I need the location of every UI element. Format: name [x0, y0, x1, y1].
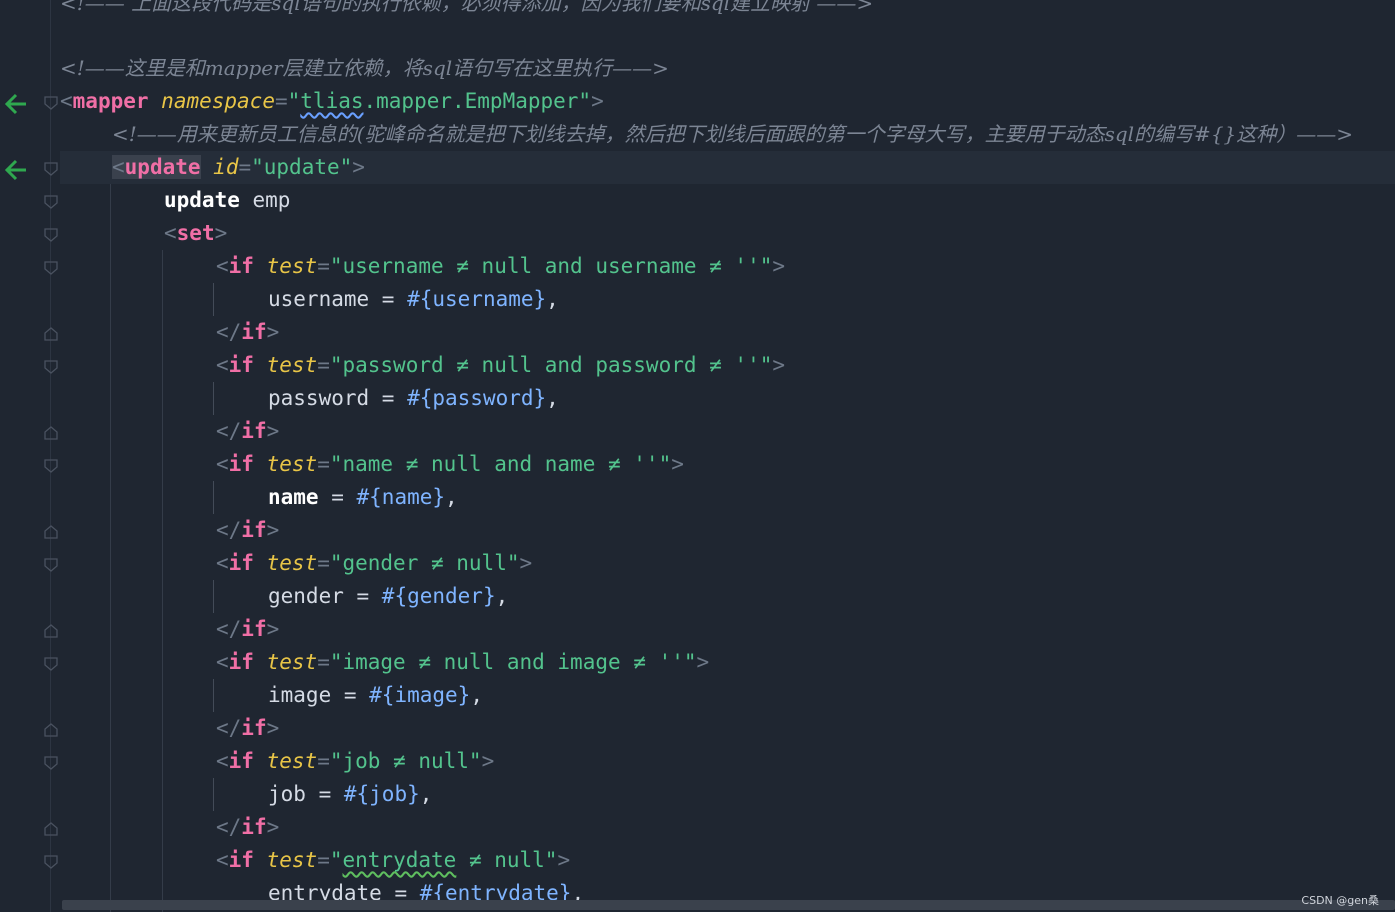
code-line-assignment: password = #{password}, [268, 386, 559, 410]
fold-open-icon[interactable] [44, 261, 58, 275]
code-line-if: <if test="gender ≠ null"> [216, 551, 533, 575]
fold-close-icon[interactable] [44, 525, 58, 539]
fold-open-icon[interactable] [44, 558, 58, 572]
code-editor[interactable]: <!—— 上面这段代码是sql语句的执行依赖，必须得添加，因为我们要和sql建立… [60, 0, 1395, 912]
fold-open-icon[interactable] [44, 96, 58, 110]
fold-close-icon[interactable] [44, 822, 58, 836]
fold-open-icon[interactable] [44, 228, 58, 242]
code-line-endif: </if> [216, 815, 280, 839]
gutter-separator [50, 0, 51, 912]
fold-open-icon[interactable] [44, 756, 58, 770]
code-line-if: <if test="password ≠ null and password ≠… [216, 353, 786, 377]
fold-open-icon[interactable] [44, 360, 58, 374]
watermark: CSDN @gen桑 [1301, 894, 1379, 907]
code-line-if: <if test="username ≠ null and username ≠… [216, 254, 786, 278]
code-line-assignment: image = #{image}, [268, 683, 483, 707]
indent-guide [213, 382, 214, 415]
spelling-warning[interactable]: tlias [300, 89, 363, 113]
horizontal-scrollbar[interactable] [62, 900, 1395, 910]
code-line-sql: update emp [164, 188, 291, 212]
fold-open-icon[interactable] [44, 195, 58, 209]
editor-gutter[interactable] [0, 0, 60, 912]
fold-close-icon[interactable] [44, 426, 58, 440]
fold-open-icon[interactable] [44, 162, 58, 176]
code-line-endif: </if> [216, 716, 280, 740]
code-line-assignment: username = #{username}, [268, 287, 559, 311]
spelling-warning[interactable]: entrydate [343, 848, 457, 872]
code-line-assignment: gender = #{gender}, [268, 584, 509, 608]
indent-guide [110, 184, 111, 912]
code-line-if: <if test="name ≠ null and name ≠ ''"> [216, 452, 684, 476]
code-line-assignment: name = #{name}, [268, 485, 458, 509]
code-comment: <!—— 上面这段代码是sql语句的执行依赖，必须得添加，因为我们要和sql建立… [60, 0, 874, 15]
fold-close-icon[interactable] [44, 723, 58, 737]
fold-close-icon[interactable] [44, 327, 58, 341]
code-line-set: <set> [164, 221, 228, 245]
xml-attribute: id [213, 155, 239, 179]
xml-tag-name: update [124, 155, 201, 179]
xml-attribute: namespace [161, 89, 275, 113]
code-line-endif: </if> [216, 419, 280, 443]
navigate-back-arrow-icon[interactable] [4, 157, 30, 183]
indent-guide [213, 679, 214, 712]
code-line-assignment: job = #{job}, [268, 782, 433, 806]
navigate-back-arrow-icon[interactable] [4, 91, 30, 117]
xml-tag-name: mapper [72, 89, 149, 113]
code-comment: <!——这里是和mapper层建立依赖，将sql语句写在这里执行——> [60, 56, 669, 80]
code-line-if: <if test="job ≠ null"> [216, 749, 495, 773]
code-line-endif: </if> [216, 320, 280, 344]
code-comment: <!——用来更新员工信息的(驼峰命名就是把下划线去掉，然后把下划线后面跟的第一个… [112, 122, 1354, 146]
fold-close-icon[interactable] [44, 624, 58, 638]
code-line-endif: </if> [216, 617, 280, 641]
code-line-if: <if test="image ≠ null and image ≠ ''"> [216, 650, 710, 674]
indent-guide [213, 283, 214, 316]
code-line-if: <if test="entrydate ≠ null"> [216, 848, 571, 872]
code-line-endif: </if> [216, 518, 280, 542]
code-line-mapper: <mapper namespace="tlias.mapper.EmpMappe… [60, 89, 604, 113]
indent-guide [213, 580, 214, 613]
fold-open-icon[interactable] [44, 657, 58, 671]
code-line-update-tag: <update id="update"> [112, 155, 365, 179]
fold-open-icon[interactable] [44, 855, 58, 869]
indent-guide [213, 778, 214, 811]
indent-guide [162, 250, 163, 912]
fold-open-icon[interactable] [44, 459, 58, 473]
indent-guide [213, 481, 214, 514]
sql-keyword: update [164, 188, 240, 212]
